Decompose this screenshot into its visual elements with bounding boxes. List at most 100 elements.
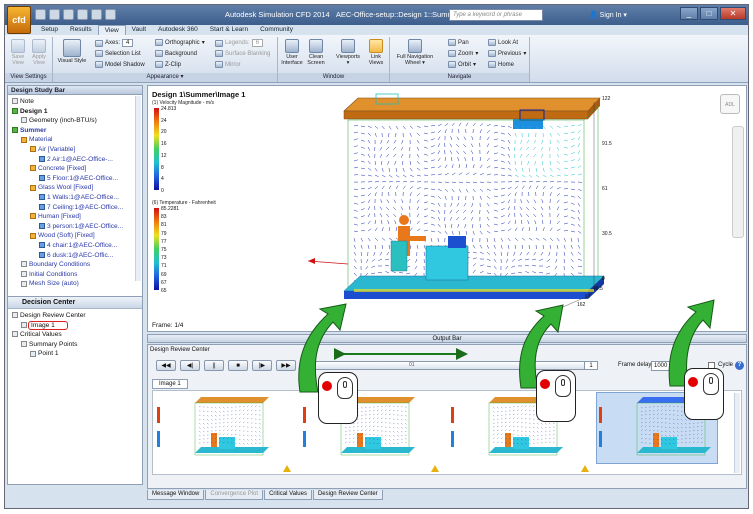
look-at-button[interactable]: Look At	[488, 39, 518, 46]
user-interface-button[interactable]: User Interface	[281, 39, 303, 66]
z-clip-button[interactable]: Z-Clip	[155, 61, 181, 68]
tree-item[interactable]: Summer	[8, 126, 142, 136]
tree-item[interactable]: Air [Variable]	[8, 145, 142, 155]
axes-control[interactable]: Axes: 4	[95, 39, 134, 47]
tree-item[interactable]: Design Review Center	[8, 311, 142, 321]
tab-autodesk-360[interactable]: Autodesk 360	[152, 25, 204, 35]
tree-item[interactable]: 4 chair:1@AEC-Office...	[8, 241, 142, 251]
tab-community[interactable]: Community	[254, 25, 299, 35]
bottom-tab-design-review-center[interactable]: Design Review Center	[312, 490, 383, 500]
output-bar[interactable]: Output Bar	[147, 334, 747, 343]
new-icon[interactable]	[35, 9, 46, 20]
visual-style-button[interactable]: Visual Style	[57, 39, 87, 64]
tree-item[interactable]: Image 1	[8, 320, 142, 331]
tree-item[interactable]: Material	[8, 135, 142, 145]
tree-item[interactable]: 2 Air:1@AEC-Office-...	[8, 155, 142, 165]
design-study-bar: Design Study Bar Note Design 1 Geometry (i…	[7, 85, 143, 485]
tree-item[interactable]: 1 Walls:1@AEC-Office...	[8, 193, 142, 203]
material-icon	[30, 146, 36, 153]
warning-icon	[581, 465, 589, 472]
tree-item[interactable]: 7 Ceiling:1@AEC-Office...	[8, 203, 142, 213]
tree-item[interactable]: Note	[8, 97, 142, 107]
frame-delay-label: Frame delay:	[618, 362, 654, 368]
link-views-button[interactable]: Link Views	[366, 39, 386, 66]
tab-vault[interactable]: Vault	[126, 25, 152, 35]
close-button[interactable]: ✕	[720, 7, 746, 20]
tree-item[interactable]: Human [Fixed]	[8, 212, 142, 222]
tree-scrollbar[interactable]	[135, 96, 141, 281]
save-view-button[interactable]: Save View	[8, 39, 28, 66]
tree-item[interactable]: Geometry (inch-BTU/s)	[8, 116, 142, 126]
bottom-tab-message-window[interactable]: Message Window	[147, 490, 205, 500]
mouse-drag-callout-2	[536, 370, 576, 422]
tree-item[interactable]: Boundary Conditions	[8, 260, 142, 270]
full-navigation-wheel-button[interactable]: Full Navigation Wheel ▾	[394, 39, 436, 66]
tree-item[interactable]: Design 1	[8, 107, 142, 117]
help-icon[interactable]: ?	[735, 361, 744, 370]
tree-item[interactable]: Glass Wool [Fixed]	[8, 183, 142, 193]
tree-item[interactable]: 3 person:1@AEC-Office...	[8, 222, 142, 232]
tree-item[interactable]: Concrete [Fixed]	[8, 164, 142, 174]
navigation-bar[interactable]	[732, 126, 744, 238]
orthographic-button[interactable]: Orthographic ▾	[155, 39, 205, 46]
open-icon[interactable]	[49, 9, 60, 20]
orbit-button[interactable]: Orbit ▾	[448, 61, 476, 68]
sign-in-link[interactable]: 👤 Sign In ▾	[589, 11, 627, 19]
tab-start-learn[interactable]: Start & Learn	[204, 25, 254, 35]
previous-frame-button[interactable]: ◀|	[180, 360, 200, 371]
home-button[interactable]: Home	[488, 61, 514, 68]
redo-icon[interactable]	[91, 9, 102, 20]
view-cube[interactable]: ADL	[720, 94, 740, 114]
thumbnails-scrollbar[interactable]	[734, 393, 740, 473]
thumbnail-frame-1[interactable]	[155, 393, 275, 463]
tab-results[interactable]: Results	[64, 25, 98, 35]
selection-list-button[interactable]: Selection List	[95, 50, 141, 57]
background-icon	[155, 50, 163, 57]
tree-item[interactable]: Critical Values	[8, 330, 142, 340]
stop-button[interactable]: ■	[228, 360, 248, 371]
mirror-button[interactable]: Mirror	[215, 61, 241, 68]
thumbnail-image	[157, 397, 269, 456]
tree-item[interactable]: Summary Points	[8, 340, 142, 350]
legends-control[interactable]: Legends: 6	[215, 39, 264, 47]
ruler-label: 162	[577, 302, 586, 308]
frame-index-spinner[interactable]: 1	[584, 361, 598, 370]
frame-slider[interactable]: 01	[300, 361, 590, 370]
tree-item[interactable]: Mesh Size (auto)	[8, 279, 142, 289]
undo-icon[interactable]	[77, 9, 88, 20]
save-icon[interactable]	[63, 9, 74, 20]
surface-blanking-button[interactable]: Surface Blanking	[215, 50, 270, 57]
tab-view[interactable]: View	[97, 25, 126, 35]
review-icon	[12, 312, 18, 319]
tree-item[interactable]: Initial Conditions	[8, 270, 142, 280]
background-button[interactable]: Background	[155, 50, 197, 57]
model-shadow-button[interactable]: Model Shadow	[95, 61, 145, 68]
graphics-viewport[interactable]: Design 1\Summer\Image 1 (1) Velocity Mag…	[147, 85, 747, 332]
minimize-button[interactable]: _	[680, 7, 698, 20]
tree-item-label: Concrete [Fixed]	[38, 165, 87, 173]
zoom-button[interactable]: Zoom ▾	[448, 50, 478, 57]
viewports-button[interactable]: Viewports ▾	[336, 39, 360, 66]
last-frame-button[interactable]: ▶▶	[276, 360, 296, 371]
maximize-button[interactable]: □	[700, 7, 718, 20]
apply-view-button[interactable]: Apply View	[29, 39, 49, 66]
first-frame-button[interactable]: ◀◀	[156, 360, 176, 371]
clean-screen-button[interactable]: Clean Screen	[305, 39, 327, 66]
tree-item-label: 7 Ceiling:1@AEC-Office...	[47, 203, 124, 211]
frame-delay-input[interactable]: 1000	[651, 361, 675, 371]
bottom-tab-convergence-plot[interactable]: Convergence Plot	[205, 490, 264, 500]
search-input[interactable]: Type a keyword or phrase	[449, 9, 543, 21]
app-logo[interactable]: cfd	[7, 6, 31, 34]
tab-setup[interactable]: Setup	[35, 25, 64, 35]
tree-item[interactable]: Wood (Soft) [Fixed]	[8, 231, 142, 241]
image-tab[interactable]: Image 1	[152, 379, 188, 389]
tree-item[interactable]: 6 dusk:1@AEC-Offic...	[8, 251, 142, 261]
next-frame-button[interactable]: |▶	[252, 360, 272, 371]
pause-button[interactable]: ||	[204, 360, 224, 371]
tree-item[interactable]: 5 Floor:1@AEC-Office...	[8, 174, 142, 184]
bottom-tab-critical-values[interactable]: Critical Values	[264, 490, 312, 500]
tree-item[interactable]: Point 1	[8, 349, 142, 359]
run-icon[interactable]	[105, 9, 116, 20]
pan-button[interactable]: Pan	[448, 39, 469, 46]
previous-button[interactable]: Previous ▾	[488, 50, 526, 57]
